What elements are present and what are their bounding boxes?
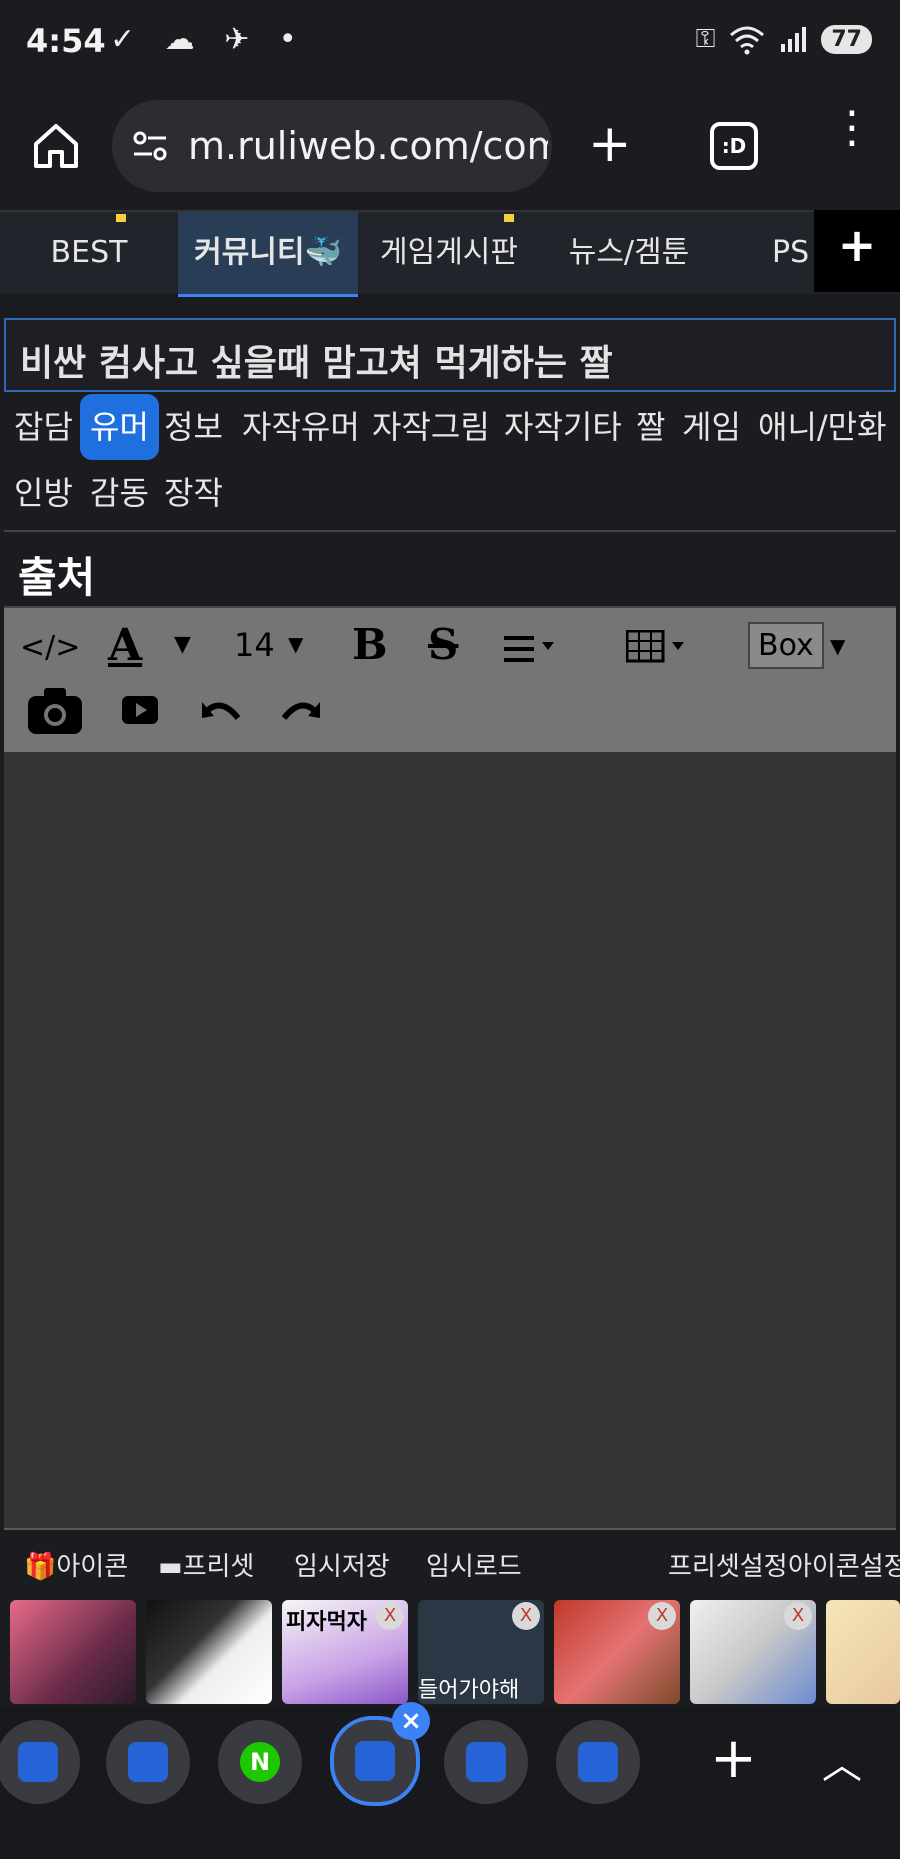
category-item[interactable]: 짤 (636, 394, 665, 460)
icon-thumbnail-strip: 피자먹자 X 들어가야해 X X X (0, 1600, 900, 1704)
editor-content-area[interactable] (4, 752, 896, 1530)
thumbnail-item[interactable]: X (554, 1600, 680, 1704)
url-text: m.ruliweb.com/comm (188, 124, 548, 168)
gift-icon: 🎁 (24, 1552, 57, 1582)
browser-tab[interactable] (444, 1720, 528, 1804)
bold-icon[interactable]: B (352, 620, 388, 669)
tab-switcher-icon[interactable]: :D (710, 122, 758, 170)
site-favicon-icon (355, 1741, 395, 1781)
chevron-down-icon[interactable]: ▼ (174, 632, 191, 657)
browser-tab[interactable]: N (218, 1720, 302, 1804)
code-view-button[interactable]: </> (20, 630, 80, 665)
thumbnail-item[interactable] (146, 1600, 272, 1704)
status-time: 4:54 (26, 22, 106, 60)
source-field[interactable]: 출처 (4, 534, 896, 608)
status-bar: 4:54 ✓ ☁ ✈ • ⚿ 77 (0, 0, 900, 90)
video-icon[interactable] (122, 696, 158, 724)
icon-settings-button[interactable]: 아이콘설정 (788, 1546, 900, 1583)
browser-tab-active[interactable]: × (330, 1702, 430, 1806)
post-title-input[interactable]: 비싼 컴사고 싶을때 맘고쳐 먹게하는 짤 (4, 318, 896, 392)
nav-tab-best[interactable]: BEST (20, 212, 158, 294)
key-icon: ⚿ (695, 24, 716, 54)
thumbnail-remove-button[interactable]: X (376, 1602, 404, 1630)
thumbnail-item[interactable]: 들어가야해 X (418, 1600, 544, 1704)
site-favicon-icon (466, 1742, 506, 1782)
table-icon[interactable] (626, 630, 696, 664)
nav-tab-game-board[interactable]: 게임게시판 (372, 212, 526, 294)
archive-icon: ▬ (158, 1552, 183, 1582)
category-item[interactable]: 감동 (90, 460, 149, 526)
category-item[interactable]: 장작 (164, 460, 223, 526)
site-favicon-icon (578, 1742, 618, 1782)
more-menu-icon[interactable]: ⋮ (830, 106, 874, 150)
site-favicon-icon (128, 1742, 168, 1782)
chevron-down-icon[interactable]: ▼ (830, 634, 845, 658)
address-bar[interactable]: m.ruliweb.com/comm (112, 100, 552, 192)
browser-tab-strip: N × + ︿ (0, 1702, 900, 1859)
battery-indicator: 77 (821, 25, 872, 54)
temp-save-button[interactable]: 임시저장 (294, 1546, 390, 1583)
thumbnail-item[interactable]: 피자먹자 X (282, 1600, 408, 1704)
browser-toolbar: m.ruliweb.com/comm + :D ⋮ (0, 90, 900, 210)
thumbnail-remove-button[interactable]: X (648, 1602, 676, 1630)
browser-tab[interactable] (556, 1720, 640, 1804)
preset-settings-button[interactable]: 프리셋설정 (668, 1546, 788, 1583)
nav-tab-news[interactable]: 뉴스/겜툰 (558, 212, 700, 294)
chevron-down-icon[interactable]: ▼ (288, 632, 303, 656)
font-size-select[interactable]: 14 (234, 626, 275, 664)
post-title-value: 비싼 컴사고 싶을때 맘고쳐 먹게하는 짤 (20, 343, 613, 384)
browser-tab[interactable] (106, 1720, 190, 1804)
thumbnail-caption: 들어가야해 (418, 1678, 520, 1703)
category-item[interactable]: 애니/만화 (758, 394, 887, 460)
editor-toolbar: </> A ▼ 14 ▼ B S Box ▼ (4, 608, 896, 754)
thumbnail-item[interactable] (826, 1600, 900, 1704)
category-item[interactable]: 인방 (14, 460, 73, 526)
category-item[interactable]: 잡담 (14, 394, 73, 460)
source-label: 출처 (18, 553, 96, 602)
site-nav-tabs: BEST 커뮤니티🐳 게임게시판 뉴스/겜툰 PS (0, 210, 900, 297)
icon-tab[interactable]: 🎁아이콘 (24, 1546, 128, 1583)
undo-icon[interactable] (200, 696, 244, 726)
status-right: ⚿ 77 (696, 24, 872, 55)
notification-icons: ✓ ☁ ✈ • (110, 22, 307, 57)
category-item[interactable]: 자작기타 (504, 394, 622, 460)
redo-icon[interactable] (278, 696, 322, 726)
editor-bottom-tools: 🎁아이콘 ▬프리셋 임시저장 임시로드 프리셋설정 아이콘설정 (4, 1530, 900, 1594)
category-item[interactable]: 자작유머 (242, 394, 360, 460)
browser-tab[interactable] (0, 1720, 80, 1804)
wifi-icon (730, 26, 765, 54)
home-icon[interactable] (30, 120, 82, 172)
thumbnail-remove-button[interactable]: X (784, 1602, 812, 1630)
category-selector: 잡담 유머 정보 자작유머 자작그림 자작기타 짤 게임 애니/만화 인방 감동… (4, 394, 896, 532)
site-favicon-icon (18, 1742, 58, 1782)
thumbnail-remove-button[interactable]: X (512, 1602, 540, 1630)
close-tab-icon[interactable]: × (392, 1702, 430, 1740)
align-icon[interactable] (504, 636, 564, 664)
temp-load-button[interactable]: 임시로드 (426, 1546, 522, 1583)
naver-favicon-icon: N (240, 1742, 280, 1782)
new-tab-plus-icon[interactable]: + (710, 1726, 757, 1791)
font-color-icon[interactable]: A (108, 620, 142, 671)
camera-icon[interactable] (28, 688, 82, 734)
category-item[interactable]: 정보 (164, 394, 223, 460)
box-select[interactable]: Box (748, 622, 824, 669)
nav-tab-community[interactable]: 커뮤니티🐳 (178, 212, 358, 297)
thumbnail-item[interactable] (10, 1600, 136, 1704)
category-item-selected[interactable]: 유머 (80, 394, 159, 460)
signal-icon (781, 26, 807, 52)
category-item[interactable]: 게임 (682, 394, 741, 460)
category-item[interactable]: 자작그림 (372, 394, 490, 460)
site-settings-icon[interactable] (130, 126, 170, 166)
preset-tab[interactable]: ▬프리셋 (158, 1546, 254, 1583)
chevron-up-icon[interactable]: ︿ (822, 1732, 862, 1790)
thumbnail-caption: 피자먹자 (286, 1610, 367, 1635)
add-tab-button[interactable]: + (814, 210, 900, 292)
strikethrough-icon[interactable]: S (428, 620, 458, 669)
new-tab-plus-icon[interactable]: + (588, 118, 632, 170)
thumbnail-item[interactable]: X (690, 1600, 816, 1704)
